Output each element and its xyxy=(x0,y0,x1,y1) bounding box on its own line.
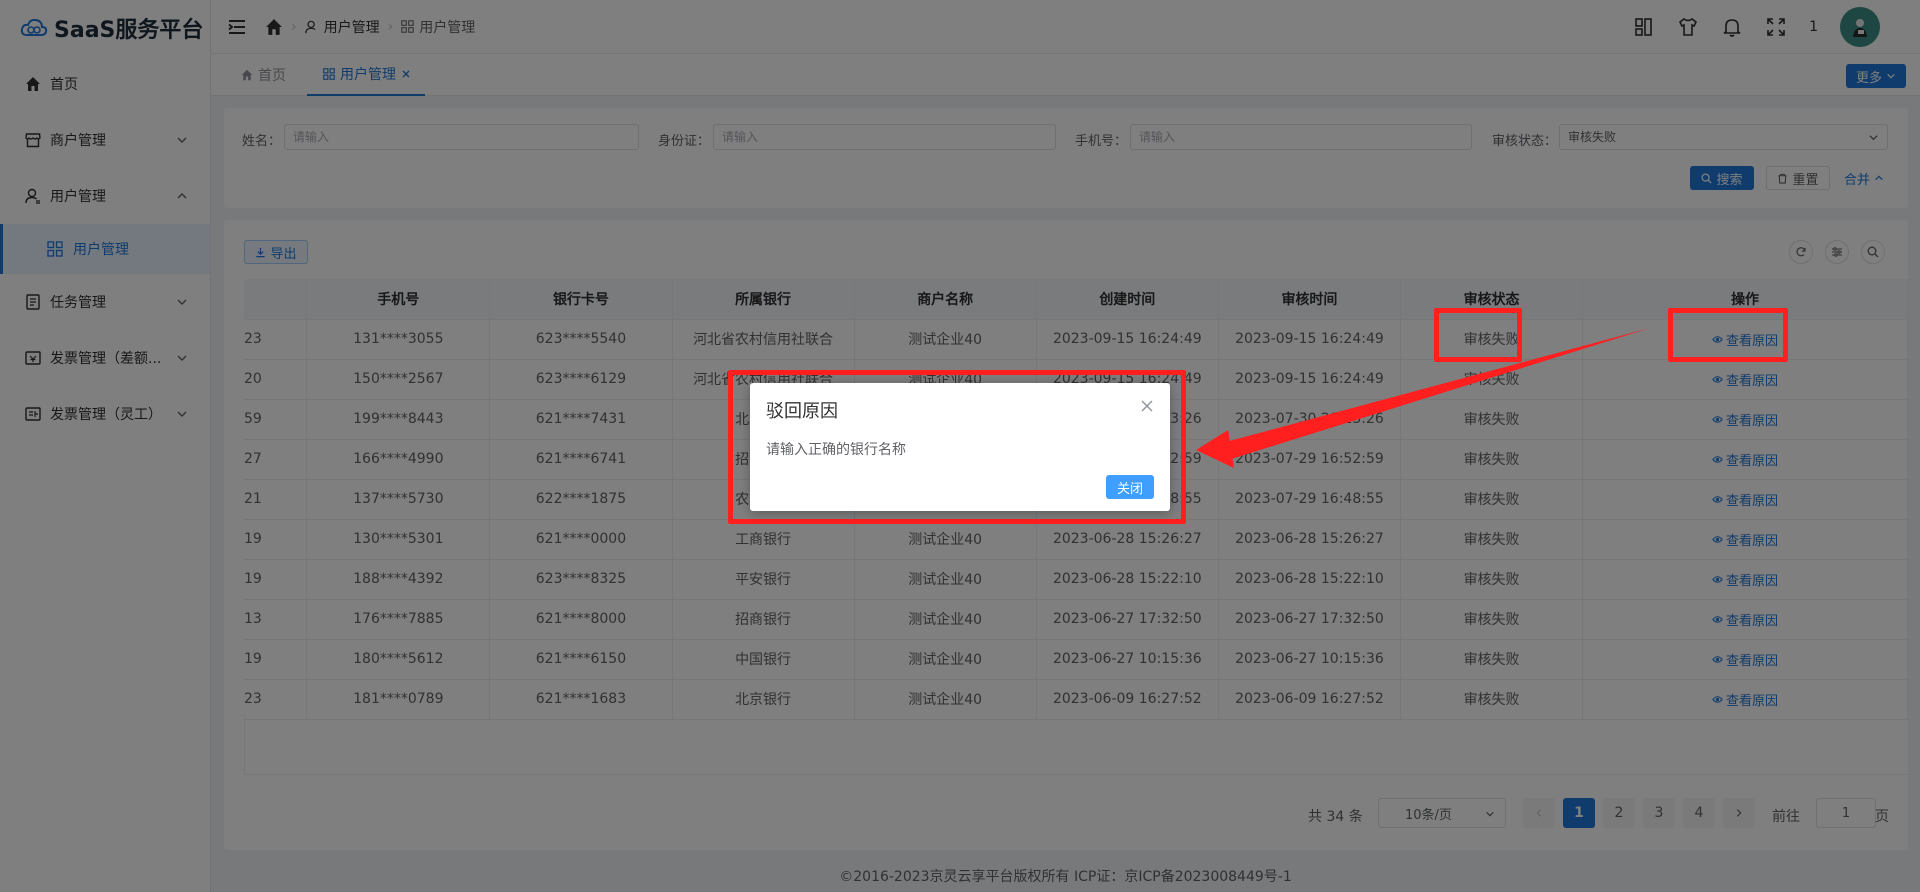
dialog-title: 驳回原因 xyxy=(766,401,838,422)
annotation-box-action xyxy=(1668,308,1788,362)
annotation-box-status xyxy=(1434,308,1522,362)
dialog-close-button[interactable]: 关闭 xyxy=(1106,475,1154,499)
close-icon[interactable] xyxy=(1140,399,1154,413)
dialog-message: 请输入正确的银行名称 xyxy=(766,442,906,458)
reject-reason-dialog: 驳回原因 请输入正确的银行名称 关闭 xyxy=(750,383,1170,511)
